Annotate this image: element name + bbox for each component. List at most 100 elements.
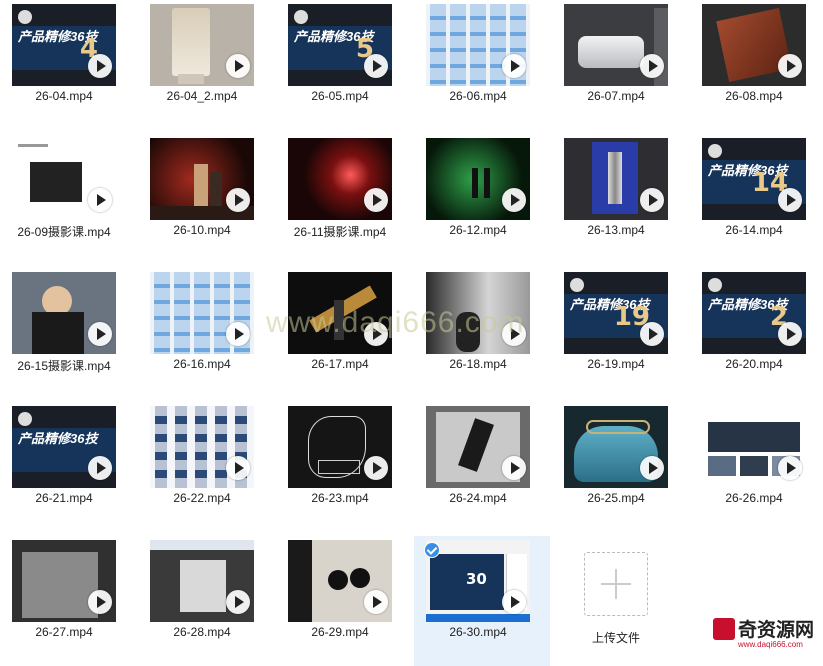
play-icon[interactable] [778,456,802,480]
file-name: 26-18.mp4 [449,357,507,371]
video-thumbnail[interactable] [288,138,392,220]
video-file-tile[interactable]: 产品精修36技 14 26-14.mp4 [690,134,823,264]
video-thumbnail[interactable] [564,4,668,86]
play-icon[interactable] [226,456,250,480]
video-file-tile[interactable]: 26-06.mp4 [414,0,550,130]
video-file-tile[interactable]: 26-29.mp4 [276,536,412,666]
play-icon[interactable] [502,54,526,78]
play-icon[interactable] [778,188,802,212]
video-thumbnail[interactable] [150,406,254,488]
play-icon[interactable] [502,456,526,480]
video-file-tile[interactable]: 产品精修36技 2 26-20.mp4 [690,268,823,398]
video-thumbnail[interactable] [150,138,254,220]
file-name: 26-12.mp4 [449,223,507,237]
video-file-tile[interactable]: 26-12.mp4 [414,134,550,264]
file-name: 26-23.mp4 [311,491,369,505]
play-icon[interactable] [226,322,250,346]
file-name: 26-07.mp4 [587,89,645,103]
video-file-tile[interactable]: 26-11摄影课.mp4 [276,134,412,264]
video-thumbnail[interactable] [426,4,530,86]
upload-label: 上传文件 [591,631,640,645]
video-thumbnail[interactable] [426,138,530,220]
video-thumbnail[interactable] [288,540,392,622]
video-file-tile[interactable]: 26-25.mp4 [552,402,688,532]
play-icon[interactable] [502,188,526,212]
watermark-text: www.daqi666.com [266,306,525,339]
video-file-tile[interactable]: 26-09摄影课.mp4 [0,134,136,264]
play-icon[interactable] [88,188,112,212]
file-name: 26-16.mp4 [173,357,231,371]
play-icon[interactable] [226,590,250,614]
play-icon[interactable] [88,590,112,614]
video-file-tile[interactable]: 26-28.mp4 [138,536,274,666]
video-file-tile[interactable]: 26-04_2.mp4 [138,0,274,130]
video-thumbnail[interactable] [150,272,254,354]
video-thumbnail[interactable]: 产品精修36技 2 [702,272,806,354]
video-thumbnail[interactable]: 产品精修36技 [12,406,116,488]
video-thumbnail[interactable] [564,138,668,220]
video-thumbnail[interactable] [150,4,254,86]
video-thumbnail[interactable]: 产品精修36技 5 [288,4,392,86]
video-thumbnail[interactable]: 30 [426,540,530,622]
video-file-tile[interactable]: 26-27.mp4 [0,536,136,666]
play-icon[interactable] [778,54,802,78]
video-file-tile[interactable]: 26-13.mp4 [552,134,688,264]
file-name: 26-10.mp4 [173,223,231,237]
logo-text: 奇资源网 [738,619,815,641]
play-icon[interactable] [640,54,664,78]
video-file-tile[interactable]: 30 26-30.mp4 [414,536,550,666]
play-icon[interactable] [640,188,664,212]
file-name: 26-29.mp4 [311,625,369,639]
upload-file-tile[interactable]: 上传文件 [560,540,680,650]
video-thumbnail[interactable] [564,406,668,488]
play-icon[interactable] [364,456,388,480]
video-file-tile[interactable]: 26-16.mp4 [138,268,274,398]
play-icon[interactable] [364,590,388,614]
file-name: 26-08.mp4 [725,89,783,103]
file-name: 26-05.mp4 [311,89,369,103]
selected-check-icon[interactable] [424,542,440,558]
video-file-tile[interactable]: 26-26.mp4 [690,402,823,532]
video-thumbnail[interactable] [702,406,806,488]
video-file-tile[interactable]: 产品精修36技 4 26-04.mp4 [0,0,136,130]
video-file-tile[interactable]: 26-15摄影课.mp4 [0,268,136,398]
play-icon[interactable] [226,188,250,212]
logo-url: www.daqi666.com [738,640,803,649]
play-icon[interactable] [640,322,664,346]
play-icon[interactable] [226,54,250,78]
video-file-tile[interactable]: 26-08.mp4 [690,0,823,130]
video-file-tile[interactable]: 26-22.mp4 [138,402,274,532]
file-name: 26-24.mp4 [449,491,507,505]
video-file-tile[interactable]: 26-24.mp4 [414,402,550,532]
video-thumbnail[interactable]: 产品精修36技 4 [12,4,116,86]
video-thumbnail[interactable]: 产品精修36技 19 [564,272,668,354]
play-icon[interactable] [88,54,112,78]
video-thumbnail[interactable] [288,406,392,488]
play-icon[interactable] [88,322,112,346]
play-icon[interactable] [364,188,388,212]
video-thumbnail[interactable] [702,4,806,86]
video-file-tile[interactable]: 产品精修36技 19 26-19.mp4 [552,268,688,398]
plus-icon[interactable] [584,552,648,616]
file-name: 26-19.mp4 [587,357,645,371]
file-name: 26-13.mp4 [587,223,645,237]
video-thumbnail[interactable] [12,272,116,354]
file-name: 26-21.mp4 [35,491,93,505]
video-file-tile[interactable]: 26-10.mp4 [138,134,274,264]
play-icon[interactable] [502,590,526,614]
video-file-tile[interactable]: 26-23.mp4 [276,402,412,532]
play-icon[interactable] [778,322,802,346]
video-file-tile[interactable]: 26-07.mp4 [552,0,688,130]
video-thumbnail[interactable] [426,406,530,488]
video-thumbnail[interactable] [12,540,116,622]
play-icon[interactable] [364,54,388,78]
video-file-tile[interactable]: 产品精修36技 26-21.mp4 [0,402,136,532]
video-thumbnail[interactable]: 产品精修36技 14 [702,138,806,220]
video-thumbnail[interactable] [150,540,254,622]
play-icon[interactable] [640,456,664,480]
video-file-tile[interactable]: 产品精修36技 5 26-05.mp4 [276,0,412,130]
video-thumbnail[interactable] [12,138,116,220]
banner-title: 产品精修36技 [18,431,98,446]
file-name: 26-11摄影课.mp4 [293,225,387,239]
play-icon[interactable] [88,456,112,480]
